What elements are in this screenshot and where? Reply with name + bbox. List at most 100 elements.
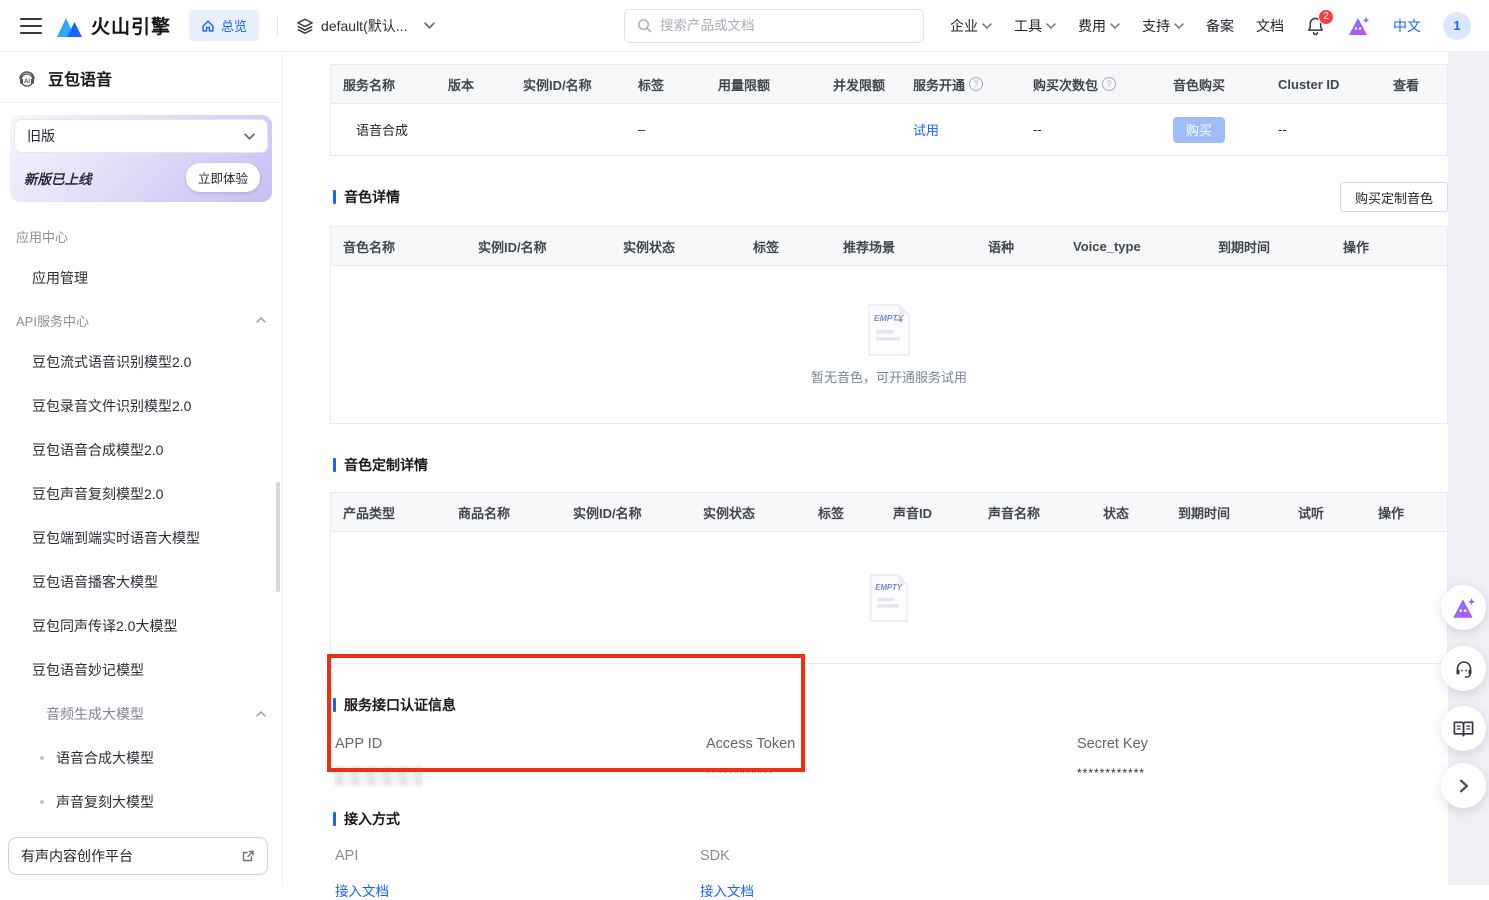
main-content: 服务名称 ? 版本 ? 实例ID/名称 ? 标签 ? 用量限额 ? 并发限额 ? <box>330 52 1448 900</box>
voice-detail-table: 音色名称实例ID/名称实例状态标签推荐场景语种Voice_type到期时间操作 … <box>330 226 1448 424</box>
column-header: 标签 ? <box>626 75 706 94</box>
buy-button[interactable]: 购买 <box>1173 117 1225 143</box>
voice-custom-title: 音色定制详情 <box>330 455 428 475</box>
chevron-right-icon <box>1458 779 1470 793</box>
product-title: 豆包语音 <box>48 66 112 90</box>
nav-menu-item[interactable]: 支持 <box>1142 16 1184 36</box>
access-item: API 接入文档 <box>335 848 700 900</box>
access-method-title: 接入方式 <box>330 809 400 829</box>
divider <box>277 16 278 36</box>
sidebar-nav-entry[interactable]: 豆包同声传译2.0大模型 <box>0 604 282 648</box>
column-header: 并发限额 ? <box>821 75 901 94</box>
volcano-logo-icon <box>56 14 83 38</box>
blurred-app-id-value <box>335 766 423 786</box>
sidebar-nav-entry[interactable]: 音频生成大模型 <box>0 692 282 736</box>
sidebar-nav-entry[interactable]: 豆包语音妙记模型 <box>0 648 282 692</box>
sidebar-nav-entry[interactable]: 语音合成大模型 <box>0 736 282 780</box>
service-table-header: 服务名称 ? 版本 ? 实例ID/名称 ? 标签 ? 用量限额 ? 并发限额 ? <box>331 65 1447 103</box>
column-header: 查看 ? <box>1381 75 1447 94</box>
search-icon <box>637 18 652 33</box>
audio-creation-platform-link[interactable]: 有声内容创作平台 <box>8 837 268 875</box>
info-icon[interactable]: ? <box>969 77 983 91</box>
column-header: 语种 <box>976 237 1061 256</box>
info-icon[interactable]: ? <box>1102 77 1116 91</box>
column-header: 音色名称 <box>331 237 466 256</box>
empty-state-text: 暂无音色，可开通服务试用 <box>811 367 967 386</box>
version-select[interactable]: 旧版 <box>14 119 268 153</box>
sidebar-nav-entry[interactable]: 豆包声音复刻模型2.0 <box>0 472 282 516</box>
column-header: Voice_type <box>1061 239 1206 254</box>
voice-custom-empty-state: EMPTY <box>331 531 1447 663</box>
hamburger-menu-icon[interactable] <box>20 18 42 34</box>
overview-button[interactable]: 总览 <box>189 10 259 41</box>
column-header: Cluster ID ? <box>1266 77 1381 92</box>
chevron-down-icon <box>424 22 435 29</box>
nav-link-item[interactable]: 文档 <box>1256 16 1284 36</box>
auth-field-value: ************ <box>706 766 1077 786</box>
column-header: 操作 <box>1366 503 1447 522</box>
buy-custom-voice-button[interactable]: 购买定制音色 <box>1340 182 1448 212</box>
access-items: API 接入文档 SDK 接入文档 <box>330 848 1448 900</box>
nav-menu-item[interactable]: 企业 <box>950 16 992 36</box>
sidebar-nav-entry[interactable]: 豆包语音播客大模型 <box>0 560 282 604</box>
column-header: 声音名称 <box>976 503 1091 522</box>
access-doc-link[interactable]: 接入文档 <box>335 880 389 900</box>
sidebar-nav-entry[interactable]: 豆包流式语音识别模型2.0 <box>0 340 282 384</box>
column-header: 用量限额 ? <box>706 75 821 94</box>
language-switcher[interactable]: 中文 <box>1393 16 1421 36</box>
column-header: 服务开通 ? <box>901 75 1021 94</box>
collapse-panel-button[interactable] <box>1441 763 1486 808</box>
column-header: 版本 ? <box>436 75 511 94</box>
sidebar-nav-entry[interactable]: 豆包端到端实时语音大模型 <box>0 516 282 560</box>
brand-name: 火山引擎 <box>91 12 171 39</box>
service-table-row: 语音合成 – 试用 -- 购买 -- <box>331 103 1447 155</box>
column-header: 声音ID <box>881 503 976 522</box>
column-header: 产品类型 <box>331 503 446 522</box>
external-link-icon <box>241 849 255 863</box>
book-icon <box>1452 719 1475 739</box>
sidebar-nav-entry[interactable]: 应用管理 <box>0 256 282 300</box>
nav-menus: 企业 工具 费用 支持 <box>950 16 1184 36</box>
column-header: 到期时间 <box>1206 237 1331 256</box>
access-doc-link[interactable]: 接入文档 <box>700 880 754 900</box>
brand-logo[interactable]: 火山引擎 <box>56 12 171 39</box>
column-header: 实例ID/名称 <box>561 503 691 522</box>
ai-assistant-button[interactable] <box>1441 585 1486 630</box>
nav-menu-item[interactable]: 工具 <box>1014 16 1056 36</box>
ai-assistant-nav-button[interactable] <box>1347 15 1371 37</box>
access-item-label: SDK <box>700 848 1448 864</box>
voice-detail-empty-state: EMPTY 暂无音色，可开通服务试用 <box>331 265 1447 423</box>
empty-doc-icon: EMPTY <box>865 303 913 357</box>
search-input[interactable] <box>660 18 911 33</box>
project-selector[interactable]: default(默认... <box>296 16 435 36</box>
column-header: 状态 <box>1091 503 1166 522</box>
search-box[interactable] <box>624 9 924 43</box>
sidebar-nav-entry[interactable]: 豆包语音合成模型2.0 <box>0 428 282 472</box>
sidebar-nav-entry[interactable]: 声音复刻大模型 <box>0 780 282 824</box>
notification-bell-button[interactable]: 2 <box>1306 16 1325 36</box>
sidebar-nav-entry[interactable]: 应用中心 <box>0 216 282 256</box>
voice-custom-header: 产品类型商品名称实例ID/名称实例状态标签声音ID声音名称状态到期时间试听操作 <box>331 493 1447 531</box>
auth-field-label: APP ID <box>335 736 706 752</box>
cluster-id-cell: -- <box>1266 122 1381 137</box>
nav-link-item[interactable]: 备案 <box>1206 16 1234 36</box>
voice-buy-cell: 购买 <box>1161 117 1266 143</box>
svg-text:EMPTY: EMPTY <box>875 582 903 591</box>
column-header: 实例ID/名称 <box>466 237 611 256</box>
column-header: 实例状态 <box>611 237 741 256</box>
trial-link[interactable]: 试用 <box>913 123 939 138</box>
service-table: 服务名称 ? 版本 ? 实例ID/名称 ? 标签 ? 用量限额 ? 并发限额 ? <box>330 64 1448 156</box>
sidebar-nav-entry[interactable]: API服务中心 <box>0 300 282 340</box>
nav-menu-item[interactable]: 费用 <box>1078 16 1120 36</box>
documentation-button[interactable] <box>1441 706 1486 751</box>
sidebar-nav-entry[interactable]: 豆包录音文件识别模型2.0 <box>0 384 282 428</box>
sidebar-scrollbar[interactable] <box>276 482 280 592</box>
user-avatar[interactable]: 1 <box>1443 12 1471 40</box>
voice-custom-table: 产品类型商品名称实例ID/名称实例状态标签声音ID声音名称状态到期时间试听操作 … <box>330 492 1448 664</box>
customer-support-button[interactable] <box>1441 646 1486 691</box>
auth-field: Access Token ************ <box>706 736 1077 786</box>
auth-info-title: 服务接口认证信息 <box>330 695 456 715</box>
service-name-cell: 语音合成 <box>331 120 436 139</box>
try-now-button[interactable]: 立即体验 <box>186 163 260 192</box>
auth-field-value <box>335 766 706 786</box>
